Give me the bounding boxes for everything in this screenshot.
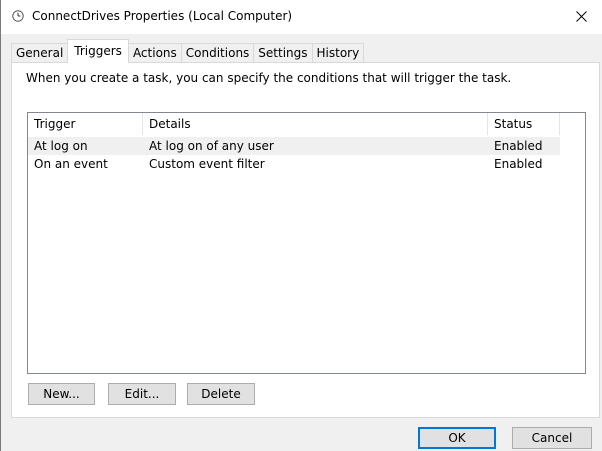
tab-strip: General Triggers Actions Conditions Sett…: [11, 39, 365, 63]
details-cell: At log on of any user: [149, 139, 274, 153]
list-item[interactable]: On an event Custom event filter Enabled: [28, 155, 560, 173]
details-cell: Custom event filter: [149, 157, 265, 171]
status-cell: Enabled: [494, 157, 543, 171]
column-header-status[interactable]: Status: [488, 113, 560, 135]
trigger-cell: On an event: [34, 157, 108, 171]
tab-conditions[interactable]: Conditions: [180, 43, 255, 63]
cancel-button[interactable]: Cancel: [512, 427, 592, 449]
trigger-cell: At log on: [34, 139, 88, 153]
column-header-trigger[interactable]: Trigger: [28, 113, 143, 135]
list-body: At log on At log on of any user Enabled …: [28, 137, 560, 173]
status-cell: Enabled: [494, 139, 543, 153]
window-title: ConnectDrives Properties (Local Computer…: [32, 9, 293, 23]
properties-dialog: ConnectDrives Properties (Local Computer…: [0, 0, 602, 451]
close-button[interactable]: [566, 4, 596, 28]
triggers-tab-panel: When you create a task, you can specify …: [11, 62, 600, 418]
triggers-list[interactable]: Trigger Details Status At log on At log …: [27, 112, 586, 374]
title-bar[interactable]: ConnectDrives Properties (Local Computer…: [1, 0, 602, 34]
tab-actions[interactable]: Actions: [127, 43, 182, 63]
triggers-description: When you create a task, you can specify …: [26, 71, 512, 85]
close-icon: [575, 10, 587, 22]
column-header-details[interactable]: Details: [143, 113, 488, 135]
list-item[interactable]: At log on At log on of any user Enabled: [28, 137, 560, 155]
list-header: Trigger Details Status: [28, 113, 560, 135]
tab-general[interactable]: General: [11, 43, 69, 63]
edit-trigger-button[interactable]: Edit...: [108, 383, 176, 405]
ok-button[interactable]: OK: [418, 427, 496, 449]
clock-icon: [12, 10, 24, 22]
new-trigger-button[interactable]: New...: [28, 383, 95, 405]
delete-trigger-button[interactable]: Delete: [187, 383, 255, 405]
tab-triggers[interactable]: Triggers: [67, 39, 129, 63]
tab-history[interactable]: History: [311, 43, 365, 63]
tab-settings[interactable]: Settings: [253, 43, 313, 63]
